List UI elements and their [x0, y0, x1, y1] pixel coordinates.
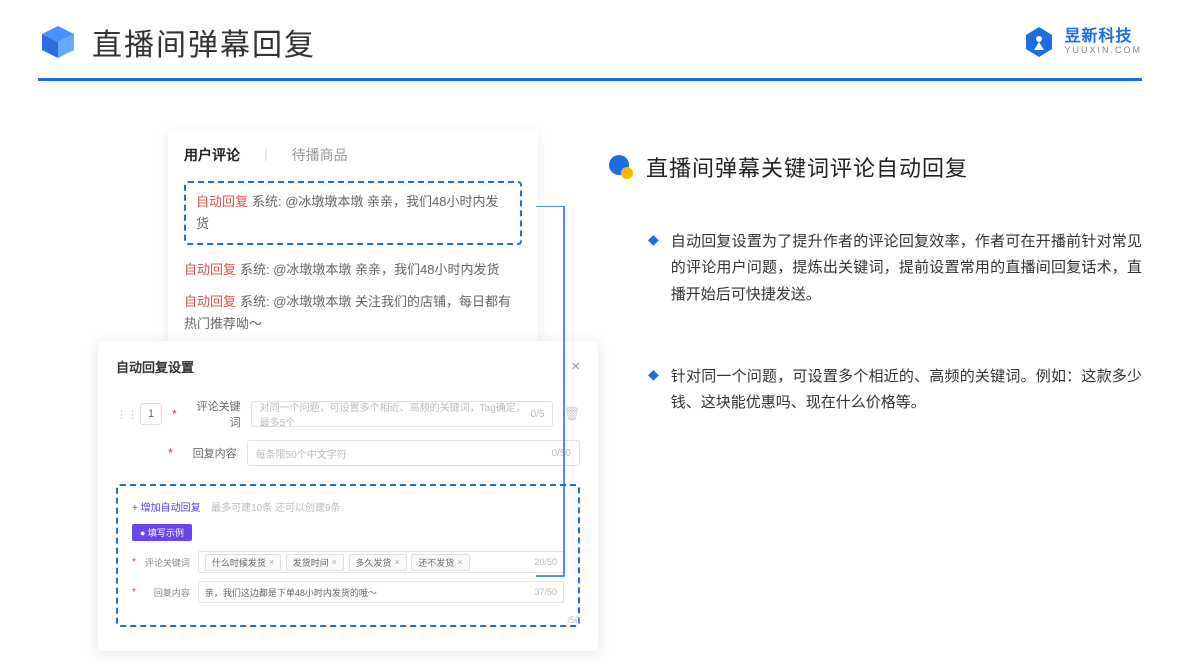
keyword-tag[interactable]: 什么时候发货× — [205, 554, 281, 571]
content-row: * 回复内容 每条限50个中文字符 0/50 — [116, 440, 580, 466]
add-auto-reply-link[interactable]: + 增加自动回复 — [132, 503, 201, 514]
bullet-text: 针对同一个问题，可设置多个相近的、高频的关键词。例如：这款多少钱、这块能优惠吗、… — [671, 364, 1142, 417]
bullet-item: ◆ 自动回复设置为了提升作者的评论回复效率，作者可在开播前针对常见的评论用户问题… — [608, 229, 1142, 308]
required-dot: * — [132, 557, 136, 568]
example-keyword-row: * 评论关键词 什么时候发货× 发货时间× 多久发货× 还不发货× 20/50 — [132, 551, 564, 573]
stray-counter: /50 — [567, 615, 580, 625]
comments-tabs: 用户评论 | 待播商品 — [184, 145, 522, 167]
example-content-value: 亲，我们这边都是下单48小时内发货的哦～ — [205, 586, 377, 599]
close-icon[interactable]: × — [571, 358, 580, 375]
example-content-input[interactable]: 亲，我们这边都是下单48小时内发货的哦～ 37/50 — [198, 581, 564, 603]
drag-handle-icon[interactable]: ⋮⋮ — [116, 408, 130, 421]
section-head: 直播间弹幕关键词评论自动回复 — [608, 151, 1142, 183]
title-wrap: 直播间弹幕回复 — [38, 20, 316, 64]
example-content-label: 回复内容 — [144, 586, 190, 599]
comment-row: 自动回复系统: @冰墩墩本墩 关注我们的店铺，每日都有热门推荐呦～ — [184, 291, 522, 335]
example-keyword-input[interactable]: 什么时候发货× 发货时间× 多久发货× 还不发货× 20/50 — [198, 551, 564, 573]
settings-title: 自动回复设置 — [116, 357, 194, 376]
bullet-marker-icon: ◆ — [648, 366, 659, 417]
brand-name-cn: 昱新科技 — [1064, 28, 1142, 46]
keyword-counter: 0/5 — [531, 409, 545, 420]
content-placeholder: 每条限50个中文字符 — [256, 446, 347, 461]
order-number: 1 — [140, 403, 162, 425]
keyword-label: 评论关键词 — [187, 398, 241, 430]
example-pill: ● 填写示例 — [132, 524, 192, 541]
tab-pending-goods[interactable]: 待播商品 — [292, 145, 348, 167]
chat-bubble-icon — [608, 154, 634, 180]
keyword-input[interactable]: 对同一个问题，可设置多个相近、高频的关键词，Tag确定，最多5个 0/5 — [251, 401, 554, 427]
page-title: 直播间弹幕回复 — [92, 20, 316, 64]
example-box: + 增加自动回复 最多可建10条 还可以创建9条 ● 填写示例 * 评论关键词 … — [116, 484, 580, 627]
comment-row-highlighted: 自动回复系统: @冰墩墩本墩 亲亲，我们48小时内发货 — [184, 181, 522, 245]
auto-reply-tag: 自动回复 — [184, 262, 236, 277]
add-hint: 最多可建10条 还可以创建9条 — [211, 503, 340, 514]
tab-user-comments[interactable]: 用户评论 — [184, 145, 240, 167]
example-keyword-label: 评论关键词 — [144, 556, 190, 569]
required-dot: * — [132, 587, 136, 598]
brand: 昱新科技 YUUXIN.COM — [1022, 25, 1142, 59]
keyword-tag[interactable]: 发货时间× — [286, 554, 344, 571]
page-header: 直播间弹幕回复 昱新科技 YUUXIN.COM — [0, 0, 1180, 72]
keyword-tag[interactable]: 还不发货× — [411, 554, 469, 571]
section-title: 直播间弹幕关键词评论自动回复 — [646, 151, 968, 183]
brand-logo-icon — [1022, 25, 1056, 59]
tab-divider: | — [264, 145, 268, 167]
bullet-text: 自动回复设置为了提升作者的评论回复效率，作者可在开播前针对常见的评论用户问题，提… — [671, 229, 1142, 308]
auto-reply-settings-card: 自动回复设置 × ⋮⋮ 1 * 评论关键词 对同一个问题，可设置多个相近、高频的… — [98, 341, 598, 651]
required-dot: * — [172, 407, 177, 421]
keyword-row: ⋮⋮ 1 * 评论关键词 对同一个问题，可设置多个相近、高频的关键词，Tag确定… — [116, 398, 580, 430]
right-content: 直播间弹幕关键词评论自动回复 ◆ 自动回复设置为了提升作者的评论回复效率，作者可… — [608, 131, 1142, 472]
keyword-placeholder: 对同一个问题，可设置多个相近、高频的关键词，Tag确定，最多5个 — [260, 399, 531, 429]
comment-text: 系统: @冰墩墩本墩 亲亲，我们48小时内发货 — [240, 262, 500, 277]
required-dot: * — [168, 446, 173, 460]
trash-icon[interactable]: 🗑 — [563, 406, 580, 422]
content-input[interactable]: 每条限50个中文字符 0/50 — [247, 440, 580, 466]
comment-row: 自动回复系统: @冰墩墩本墩 亲亲，我们48小时内发货 — [184, 259, 522, 281]
auto-reply-tag: 自动回复 — [184, 294, 236, 309]
example-tag-counter: 20/50 — [534, 557, 557, 567]
brand-name-en: YUUXIN.COM — [1064, 46, 1142, 56]
content-label: 回复内容 — [183, 445, 237, 461]
auto-reply-tag: 自动回复 — [196, 194, 248, 209]
bullet-marker-icon: ◆ — [648, 231, 659, 308]
keyword-tag[interactable]: 多久发货× — [349, 554, 407, 571]
bullet-item: ◆ 针对同一个问题，可设置多个相近的、高频的关键词。例如：这款多少钱、这块能优惠… — [608, 364, 1142, 417]
example-content-counter: 37/50 — [534, 587, 557, 597]
example-content-row: * 回复内容 亲，我们这边都是下单48小时内发货的哦～ 37/50 — [132, 581, 564, 603]
content-counter: 0/50 — [552, 448, 571, 459]
cube-icon — [38, 22, 78, 62]
left-visuals: 用户评论 | 待播商品 自动回复系统: @冰墩墩本墩 亲亲，我们48小时内发货 … — [38, 131, 578, 472]
